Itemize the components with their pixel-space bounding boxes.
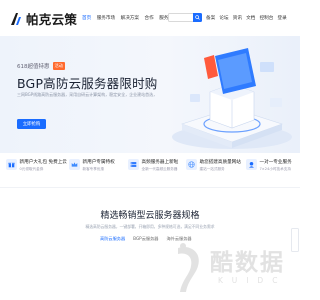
feature-title: 一对一专业服务	[259, 160, 292, 165]
feature-title: 助您搭建高质量网站	[199, 160, 241, 165]
feature-subtitle: 建站一站式服务	[199, 166, 225, 171]
feature-card[interactable]: 新用户大礼包 免费上云 0元领取代金券	[6, 153, 67, 183]
nav-item-news[interactable]: 资讯	[233, 15, 242, 21]
section-subtitle: 精选高防云服务器，一键部署，开箱即用，多种规格可选，满足不同业务需求	[85, 224, 215, 229]
site-logo[interactable]: 帕克云策	[8, 9, 77, 28]
hero-illustration	[172, 48, 292, 149]
nav-item-home[interactable]: 首页	[82, 15, 91, 21]
logo-icon	[11, 12, 21, 25]
watermark-subtext: KUIDC	[218, 276, 287, 285]
feature-subtitle: 0元领取代金券	[19, 166, 44, 171]
nav-item-solutions[interactable]: 解决方案	[121, 15, 139, 21]
feature-card[interactable]: 高频服务器上新啦 全新一代高频云服务器	[128, 153, 178, 183]
crown-icon	[69, 159, 80, 170]
globe-icon	[186, 159, 197, 170]
feature-title: 新用户大礼包 免费上云	[19, 160, 67, 165]
section-divider	[0, 187, 300, 188]
nav-item-market[interactable]: 服务市场	[97, 15, 115, 21]
hero-tagline: 618超值特惠 活动	[17, 62, 65, 70]
search-button[interactable]	[193, 13, 202, 22]
support-icon	[246, 159, 257, 170]
gift-icon	[6, 159, 17, 170]
feature-card[interactable]: 一对一专业服务 7×24小时技术支持	[246, 153, 292, 183]
nav-item-beian[interactable]: 备案	[206, 15, 215, 21]
hero-banner: 618超值特惠 活动 BGP高防云服务器限时购 三网BGP线路高防云服务器，采用…	[0, 36, 300, 153]
feature-title: 新用户专属特权	[82, 160, 115, 165]
logo-text: 帕克云策	[26, 12, 78, 27]
tab-bgp-cloud[interactable]: BGP云服务器	[133, 236, 158, 242]
header-right-nav: 备案 论坛 资讯 文档 控制台 登录	[206, 15, 291, 21]
feature-title: 高频服务器上新啦	[141, 160, 179, 165]
nav-item-console[interactable]: 控制台	[260, 15, 274, 21]
feature-cards: 新用户大礼包 免费上云 0元领取代金券 新用户专属特权 新客专享优惠 高频服务器…	[0, 153, 300, 187]
watermark-text: 酷数据	[210, 250, 285, 276]
hero-title: BGP高防云服务器限时购	[17, 76, 158, 91]
feature-subtitle: 7×24小时技术支持	[259, 166, 291, 171]
feature-subtitle: 全新一代高频云服务器	[141, 166, 178, 171]
hero-badge: 活动	[52, 62, 65, 70]
hero-description: 三网BGP线路高防云服务器，采用自研云计算架构，稳定安全，企业建站首选，618活…	[17, 92, 157, 97]
hero-cta-button[interactable]: 立即抢购	[17, 119, 46, 129]
feature-card[interactable]: 新用户专属特权 新客专享优惠	[69, 153, 115, 183]
tab-ddos-cloud[interactable]: 高防云服务器	[100, 236, 125, 242]
search-icon	[195, 15, 200, 20]
nav-item-partner[interactable]: 合作	[144, 15, 153, 21]
section-title: 精选畅销型云服务器规格	[100, 211, 200, 221]
nav-item-login[interactable]: 登录	[278, 15, 287, 21]
server-icon	[128, 159, 139, 170]
feature-subtitle: 新客专享优惠	[82, 166, 105, 171]
feature-card[interactable]: 助您搭建高质量网站 建站一站式服务	[186, 153, 241, 183]
nav-item-forum[interactable]: 论坛	[219, 15, 228, 21]
top-header: 帕克云策 首页 服务市场 解决方案 合作 服务支持 关于我们 备案 论坛 资讯 …	[0, 0, 300, 36]
nav-item-docs[interactable]: 文档	[246, 15, 255, 21]
hero-tagline-text: 618超值特惠	[17, 64, 50, 70]
